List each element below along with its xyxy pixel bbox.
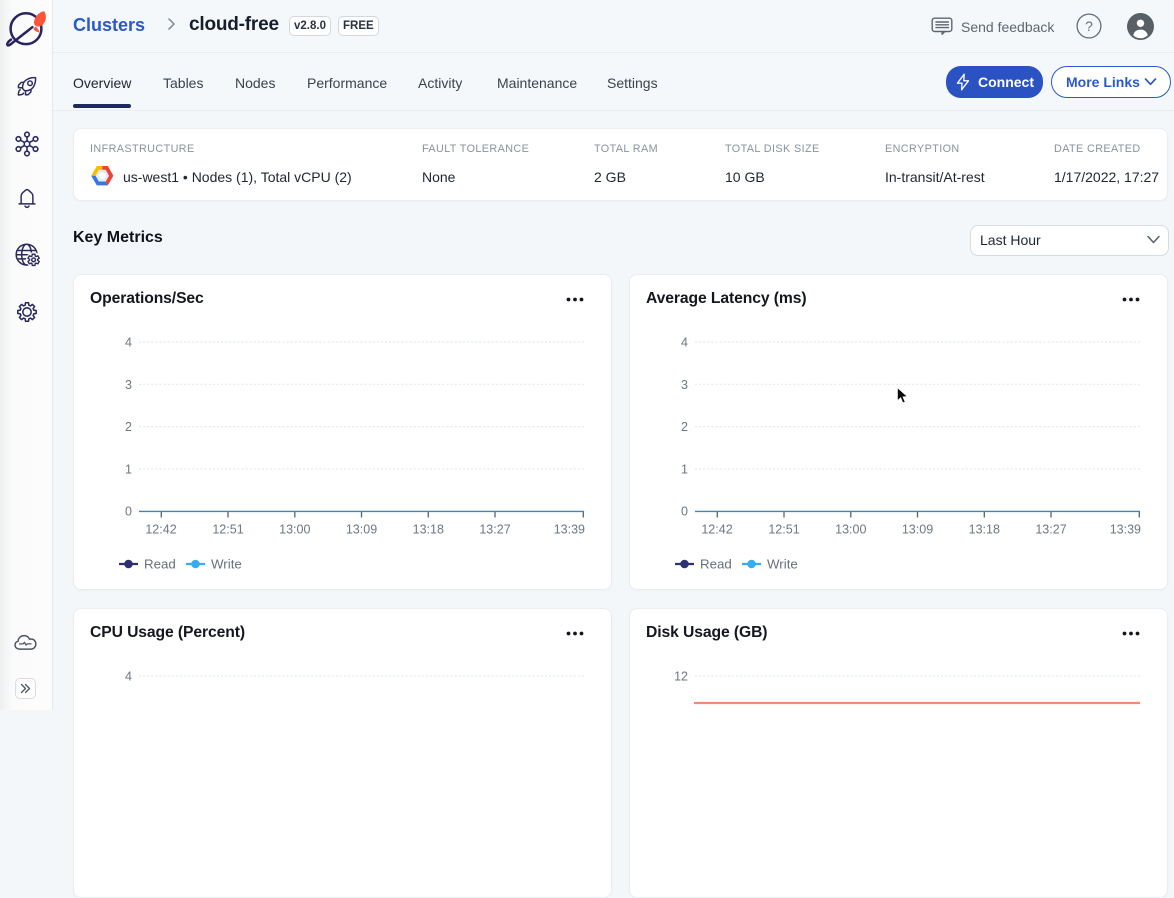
svg-text:12:51: 12:51	[768, 523, 799, 537]
svg-text:2: 2	[681, 420, 688, 434]
svg-text:?: ?	[1085, 18, 1093, 34]
svg-text:4: 4	[125, 336, 132, 350]
svg-text:12:51: 12:51	[212, 523, 243, 537]
svg-text:13:18: 13:18	[413, 523, 444, 537]
svg-text:4: 4	[681, 336, 688, 350]
svg-text:3: 3	[681, 378, 688, 392]
svg-text:1: 1	[681, 462, 688, 476]
svg-text:Read: Read	[700, 557, 732, 572]
svg-text:12:42: 12:42	[701, 523, 732, 537]
svg-text:13:00: 13:00	[279, 523, 310, 537]
svg-text:Read: Read	[144, 557, 176, 572]
svg-text:13:39: 13:39	[1110, 523, 1141, 537]
svg-text:Write: Write	[767, 557, 798, 572]
svg-text:13:39: 13:39	[554, 523, 585, 537]
svg-text:0: 0	[681, 505, 688, 519]
svg-text:0: 0	[125, 505, 132, 519]
svg-text:13:09: 13:09	[902, 523, 933, 537]
svg-text:12: 12	[674, 670, 688, 684]
svg-text:13:00: 13:00	[835, 523, 866, 537]
svg-text:Write: Write	[211, 557, 242, 572]
svg-text:4: 4	[125, 670, 132, 684]
svg-text:12:42: 12:42	[145, 523, 176, 537]
svg-text:1: 1	[125, 462, 132, 476]
svg-text:13:18: 13:18	[969, 523, 1000, 537]
svg-text:3: 3	[125, 378, 132, 392]
svg-text:13:09: 13:09	[346, 523, 377, 537]
svg-text:13:27: 13:27	[1035, 523, 1066, 537]
svg-text:13:27: 13:27	[479, 523, 510, 537]
svg-text:2: 2	[125, 420, 132, 434]
